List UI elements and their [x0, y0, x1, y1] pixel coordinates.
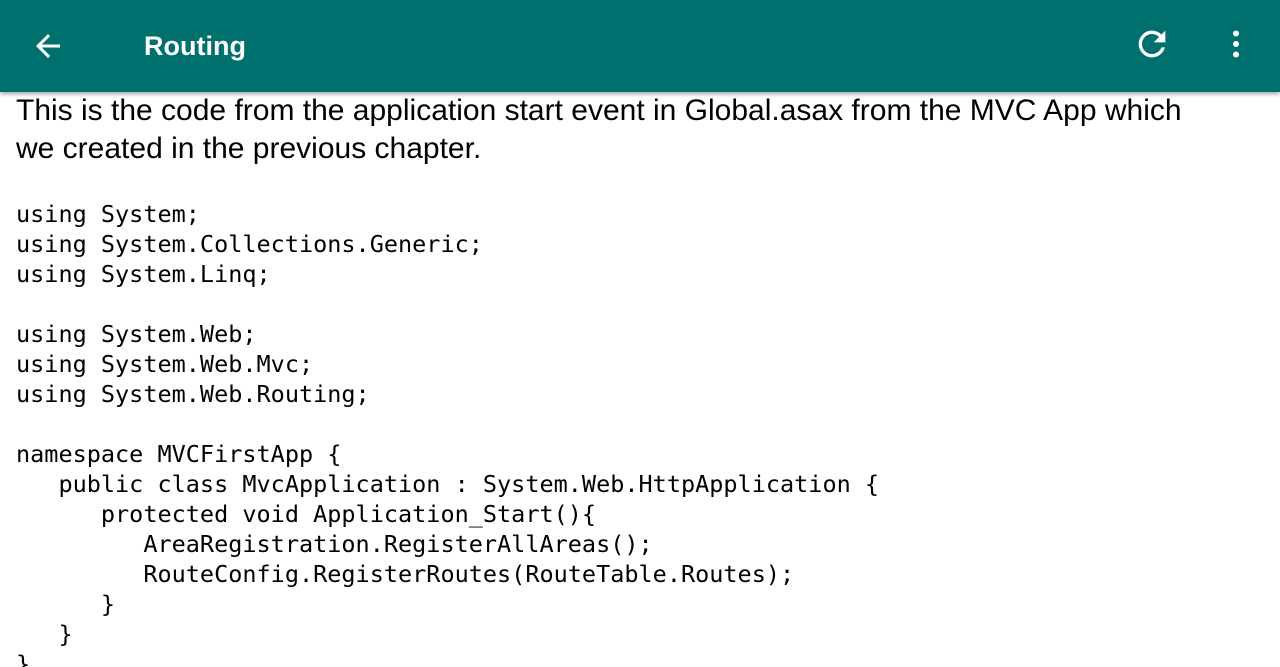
- code-line: using System.Collections.Generic;: [16, 230, 483, 258]
- arrow-left-icon: [36, 34, 60, 58]
- code-line: using System;: [16, 200, 200, 228]
- intro-line: we created in the previous chapter.: [16, 132, 482, 165]
- page-title: Routing: [144, 31, 246, 61]
- code-block: using System; using System.Collections.Ge…: [16, 199, 879, 667]
- app-bar: Routing: [0, 0, 1280, 92]
- code-line: using System.Linq;: [16, 260, 271, 288]
- overflow-menu-button[interactable]: [1210, 14, 1262, 74]
- code-line: }: [16, 590, 116, 618]
- code-line: }: [16, 650, 31, 667]
- code-line: AreaRegistration.RegisterAllAreas();: [16, 530, 653, 558]
- back-button[interactable]: [18, 16, 78, 76]
- article-content: This is the code from the application st…: [0, 92, 1280, 667]
- code-line: RouteConfig.RegisterRoutes(RouteTable.Ro…: [16, 560, 795, 588]
- code-line: namespace MVCFirstApp {: [16, 440, 342, 468]
- refresh-button[interactable]: [1122, 14, 1182, 74]
- refresh-icon: [1138, 30, 1166, 58]
- code-line: using System.Web.Mvc;: [16, 350, 314, 378]
- code-line: using System.Web;: [16, 320, 257, 348]
- code-line: public class MvcApplication : System.Web…: [16, 470, 880, 498]
- code-line: protected void Application_Start(){: [16, 500, 597, 528]
- code-line: }: [16, 620, 73, 648]
- intro-line: This is the code from the application st…: [16, 94, 1182, 127]
- code-line: using System.Web.Routing;: [16, 380, 370, 408]
- intro-paragraph: This is the code from the application st…: [16, 92, 1272, 168]
- more-vertical-icon: [1233, 30, 1239, 58]
